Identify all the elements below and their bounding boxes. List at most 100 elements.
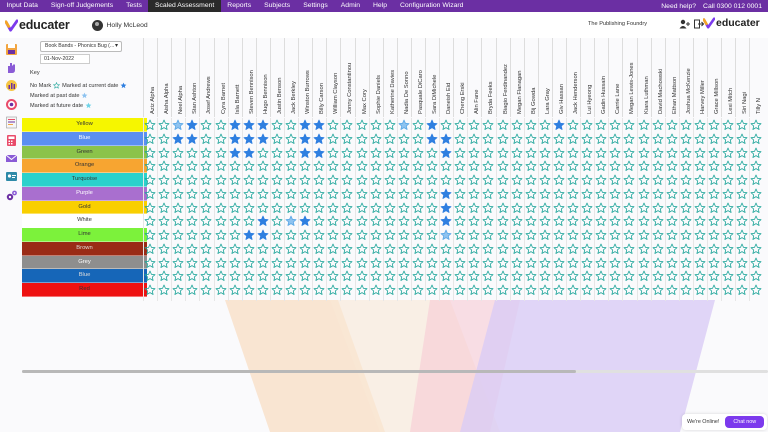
star-outline-icon[interactable] [398, 133, 410, 145]
star-outline-icon[interactable] [327, 174, 339, 186]
star-outline-icon[interactable] [638, 133, 650, 145]
star-outline-icon[interactable] [722, 160, 734, 172]
star-half-icon[interactable] [285, 215, 297, 227]
star-outline-icon[interactable] [468, 174, 480, 186]
assessment-select[interactable]: Book Bands - Phonics Bug (... [40, 41, 122, 52]
star-outline-icon[interactable] [299, 284, 311, 296]
star-outline-icon[interactable] [609, 215, 621, 227]
star-outline-icon[interactable] [243, 202, 255, 214]
star-outline-icon[interactable] [215, 215, 227, 227]
star-outline-icon[interactable] [652, 284, 664, 296]
star-outline-icon[interactable] [285, 147, 297, 159]
star-outline-icon[interactable] [666, 147, 678, 159]
star-outline-icon[interactable] [708, 160, 720, 172]
star-outline-icon[interactable] [680, 174, 692, 186]
star-outline-icon[interactable] [581, 119, 593, 131]
star-outline-icon[interactable] [454, 243, 466, 255]
star-outline-icon[interactable] [553, 174, 565, 186]
star-outline-icon[interactable] [623, 160, 635, 172]
star-outline-icon[interactable] [497, 257, 509, 269]
student-column-header[interactable]: Megan Lewis-Jones [622, 38, 636, 117]
star-outline-icon[interactable] [412, 284, 424, 296]
star-outline-icon[interactable] [722, 147, 734, 159]
star-outline-icon[interactable] [553, 188, 565, 200]
star-outline-icon[interactable] [482, 243, 494, 255]
star-outline-icon[interactable] [694, 284, 706, 296]
star-outline-icon[interactable] [708, 133, 720, 145]
star-outline-icon[interactable] [609, 229, 621, 241]
horizontal-scrollbar[interactable] [22, 370, 768, 373]
star-outline-icon[interactable] [497, 243, 509, 255]
star-outline-icon[interactable] [708, 243, 720, 255]
star-outline-icon[interactable] [736, 243, 748, 255]
star-outline-icon[interactable] [426, 243, 438, 255]
educater-logo[interactable]: educater [5, 18, 70, 32]
star-outline-icon[interactable] [215, 243, 227, 255]
star-outline-icon[interactable] [497, 202, 509, 214]
nav-input-data[interactable]: Input Data [0, 0, 44, 12]
star-outline-icon[interactable] [497, 229, 509, 241]
star-outline-icon[interactable] [341, 160, 353, 172]
star-outline-icon[interactable] [370, 284, 382, 296]
star-outline-icon[interactable] [412, 270, 424, 282]
student-column-header[interactable]: Bij Gowda [523, 38, 538, 117]
star-outline-icon[interactable] [313, 215, 325, 227]
star-outline-icon[interactable] [144, 270, 156, 282]
star-outline-icon[interactable] [158, 119, 170, 131]
star-outline-icon[interactable] [144, 160, 156, 172]
star-outline-icon[interactable] [341, 202, 353, 214]
star-outline-icon[interactable] [722, 215, 734, 227]
star-outline-icon[interactable] [271, 284, 283, 296]
star-outline-icon[interactable] [497, 215, 509, 227]
star-filled-icon[interactable] [257, 215, 269, 227]
star-outline-icon[interactable] [370, 147, 382, 159]
star-outline-icon[interactable] [200, 160, 212, 172]
star-outline-icon[interactable] [497, 188, 509, 200]
star-outline-icon[interactable] [285, 160, 297, 172]
star-outline-icon[interactable] [595, 257, 607, 269]
star-outline-icon[interactable] [370, 215, 382, 227]
star-outline-icon[interactable] [200, 257, 212, 269]
star-outline-icon[interactable] [341, 229, 353, 241]
date-input[interactable]: 01-Nov-2022 [40, 54, 90, 64]
student-column-header[interactable]: Winston Burrows [298, 38, 312, 117]
student-column-header[interactable]: Bryda Feeks [481, 38, 495, 117]
star-outline-icon[interactable] [750, 202, 762, 214]
star-outline-icon[interactable] [299, 270, 311, 282]
star-outline-icon[interactable] [750, 174, 762, 186]
student-column-header[interactable]: Tilly N [749, 38, 763, 117]
star-outline-icon[interactable] [750, 229, 762, 241]
star-outline-icon[interactable] [384, 119, 396, 131]
star-outline-icon[interactable] [553, 133, 565, 145]
star-outline-icon[interactable] [384, 202, 396, 214]
star-outline-icon[interactable] [694, 270, 706, 282]
star-outline-icon[interactable] [722, 133, 734, 145]
star-outline-icon[interactable] [412, 160, 424, 172]
star-outline-icon[interactable] [384, 174, 396, 186]
star-outline-icon[interactable] [144, 202, 156, 214]
star-outline-icon[interactable] [186, 229, 198, 241]
star-outline-icon[interactable] [313, 174, 325, 186]
star-filled-icon[interactable] [299, 215, 311, 227]
star-outline-icon[interactable] [722, 257, 734, 269]
star-outline-icon[interactable] [313, 188, 325, 200]
student-column-header[interactable]: Billy Carson [312, 38, 326, 117]
star-filled-icon[interactable] [313, 119, 325, 131]
star-outline-icon[interactable] [609, 133, 621, 145]
star-outline-icon[interactable] [652, 174, 664, 186]
star-filled-icon[interactable] [440, 133, 452, 145]
star-outline-icon[interactable] [327, 188, 339, 200]
star-outline-icon[interactable] [595, 270, 607, 282]
star-outline-icon[interactable] [398, 147, 410, 159]
star-filled-icon[interactable] [440, 202, 452, 214]
star-outline-icon[interactable] [680, 147, 692, 159]
star-outline-icon[interactable] [229, 243, 241, 255]
star-outline-icon[interactable] [200, 133, 212, 145]
star-outline-icon[interactable] [285, 174, 297, 186]
star-outline-icon[interactable] [736, 133, 748, 145]
star-outline-icon[interactable] [539, 202, 551, 214]
star-outline-icon[interactable] [243, 174, 255, 186]
star-outline-icon[interactable] [539, 215, 551, 227]
star-outline-icon[interactable] [200, 174, 212, 186]
star-filled-icon[interactable] [313, 147, 325, 159]
